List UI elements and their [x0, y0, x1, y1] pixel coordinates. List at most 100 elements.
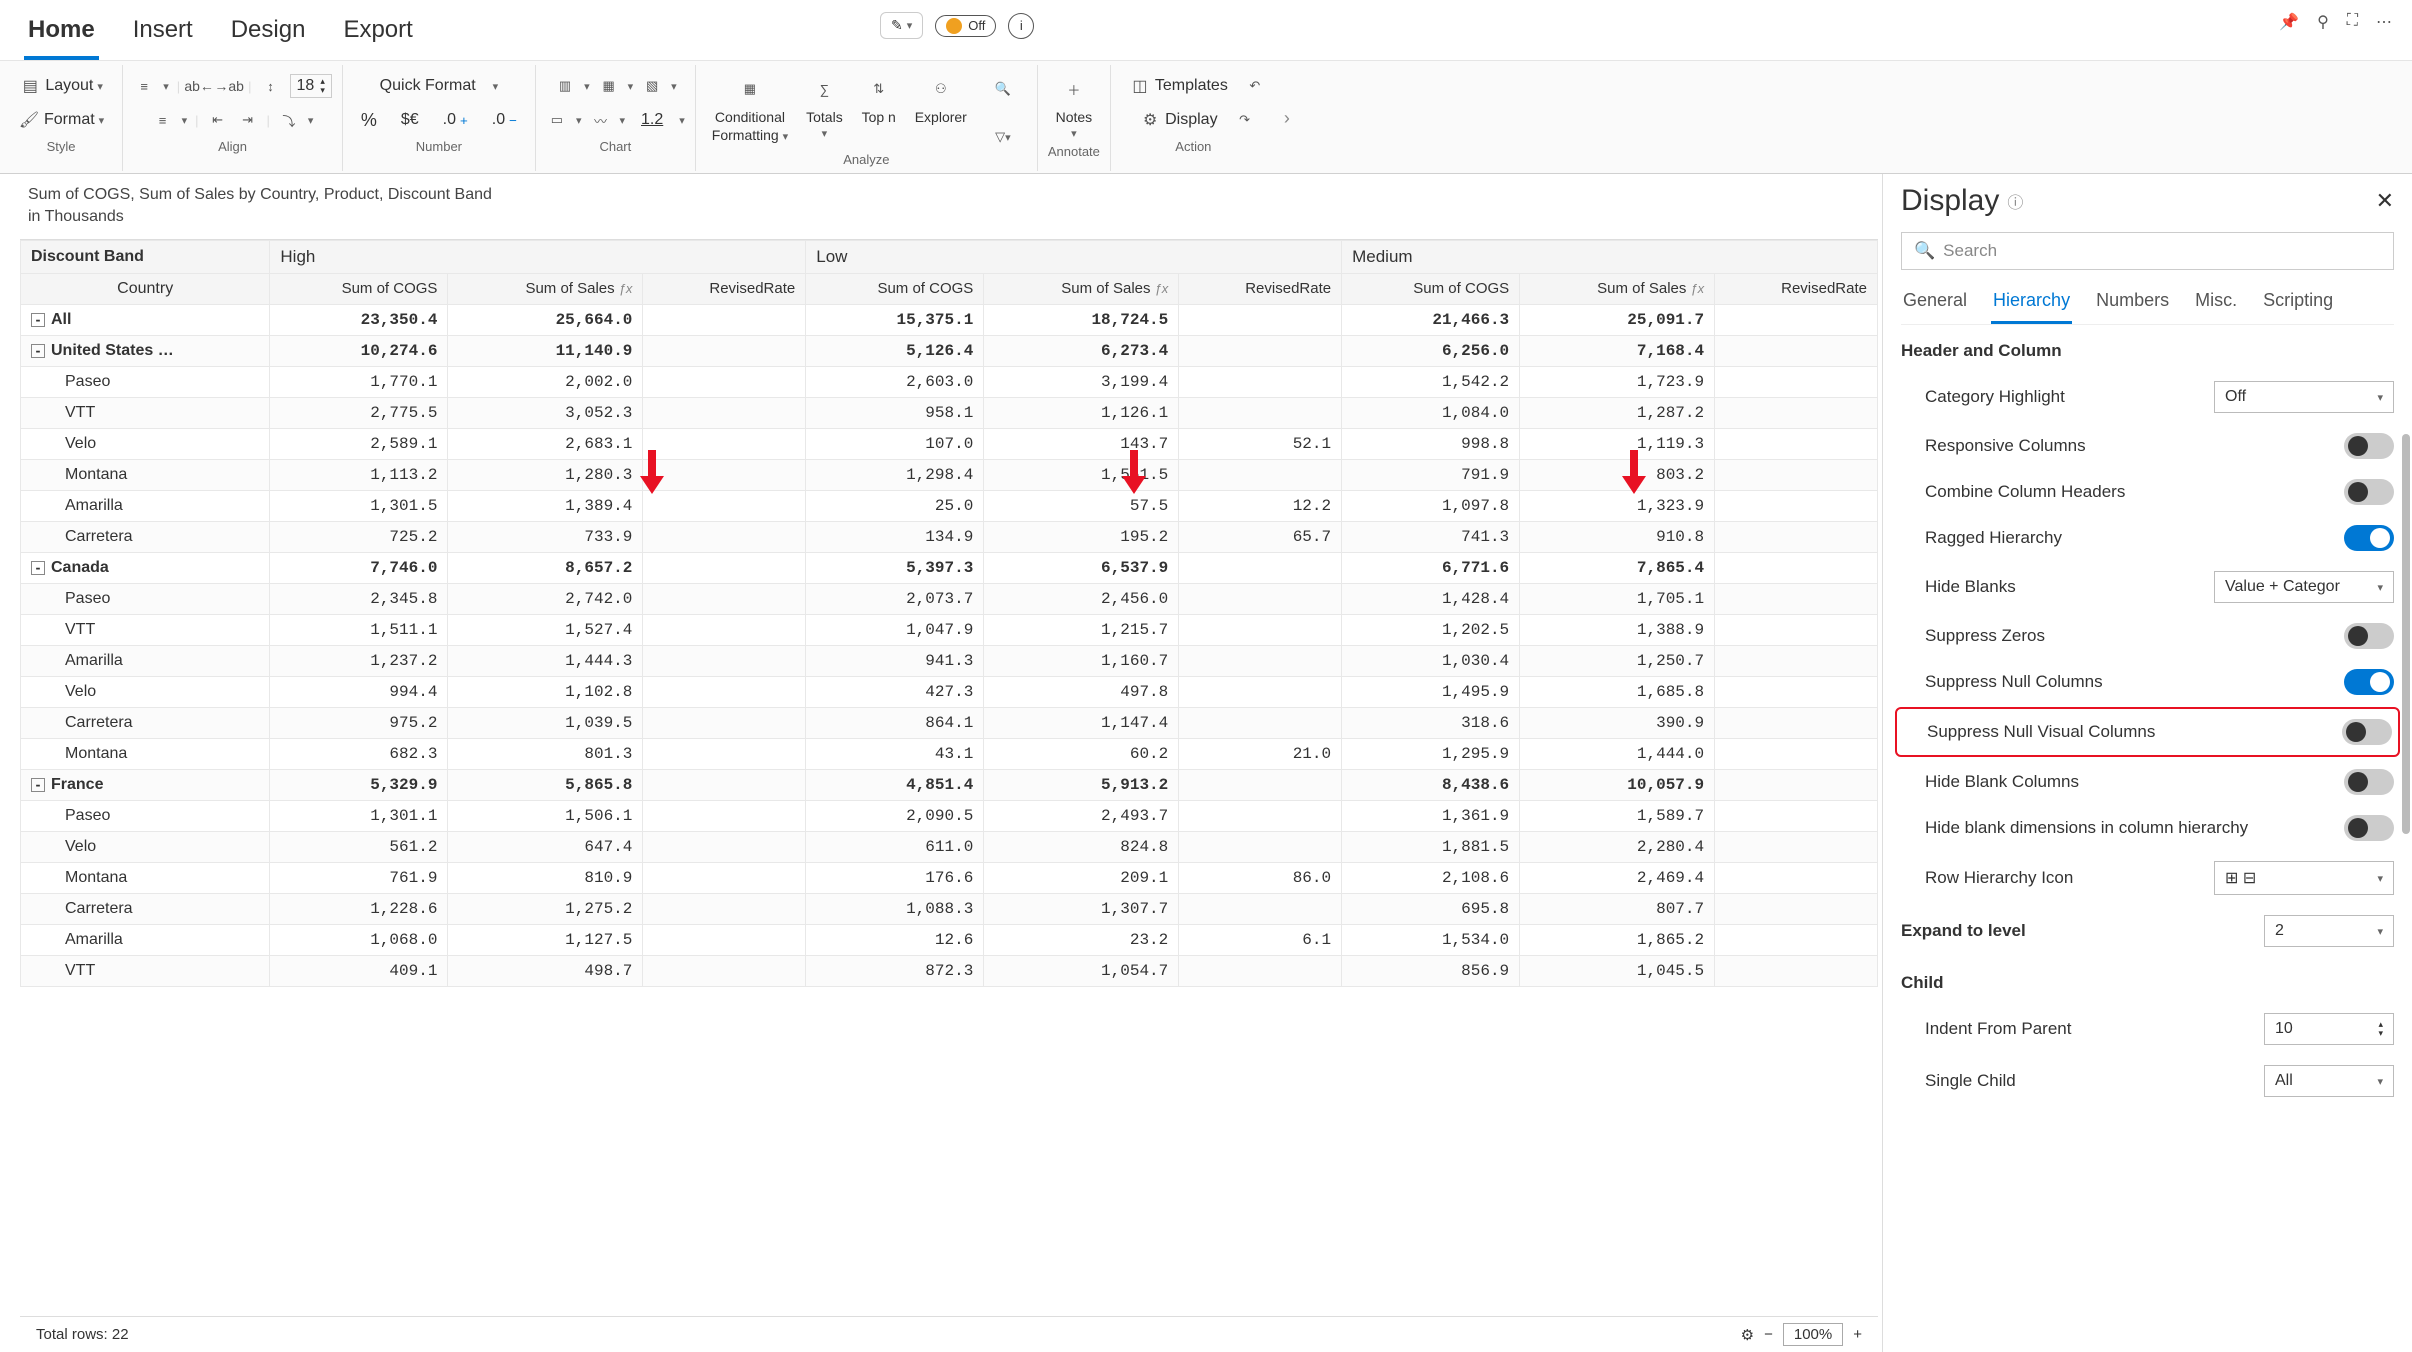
data-cell[interactable]: 497.8	[984, 676, 1179, 707]
band-low[interactable]: Low	[806, 240, 1342, 273]
pin-icon[interactable]: 📌	[2279, 12, 2299, 32]
data-cell[interactable]	[643, 335, 806, 366]
data-cell[interactable]: 176.6	[806, 862, 984, 893]
data-cell[interactable]	[1179, 955, 1342, 986]
table-row[interactable]: Paseo1,770.12,002.02,603.03,199.41,542.2…	[21, 366, 1878, 397]
data-cell[interactable]	[1715, 428, 1878, 459]
data-cell[interactable]: 2,683.1	[448, 428, 643, 459]
data-cell[interactable]: 7,865.4	[1520, 552, 1715, 583]
data-cell[interactable]: 5,913.2	[984, 769, 1179, 800]
data-cell[interactable]: 910.8	[1520, 521, 1715, 552]
data-cell[interactable]	[1715, 862, 1878, 893]
data-cell[interactable]: 10,274.6	[270, 335, 448, 366]
layout-button[interactable]: ▤Layout▾	[11, 71, 111, 101]
data-cell[interactable]: 1,228.6	[270, 893, 448, 924]
data-cell[interactable]: 2,002.0	[448, 366, 643, 397]
display-button[interactable]: ⚙Display	[1131, 105, 1225, 135]
data-cell[interactable]: 2,456.0	[984, 583, 1179, 614]
data-cell[interactable]	[1715, 459, 1878, 490]
data-cell[interactable]: 2,073.7	[806, 583, 984, 614]
undo-icon[interactable]: ↶	[1244, 75, 1266, 97]
data-cell[interactable]	[1715, 335, 1878, 366]
data-cell[interactable]: 2,108.6	[1342, 862, 1520, 893]
col-low-revised[interactable]: RevisedRate	[1179, 273, 1342, 304]
data-cell[interactable]	[1179, 800, 1342, 831]
tab-insert[interactable]: Insert	[129, 8, 197, 60]
data-cell[interactable]: 12.2	[1179, 490, 1342, 521]
edit-pencil-button[interactable]: ✎▾	[880, 12, 923, 39]
info-icon[interactable]: ⓘ	[2007, 189, 2023, 213]
toggle-hide-blank-dimensions[interactable]	[2344, 815, 2394, 841]
data-cell[interactable]	[1179, 335, 1342, 366]
data-cell[interactable]: 427.3	[806, 676, 984, 707]
data-cell[interactable]: 1,865.2	[1520, 924, 1715, 955]
data-cell[interactable]: 25,664.0	[448, 304, 643, 335]
data-cell[interactable]	[1179, 614, 1342, 645]
data-cell[interactable]	[1715, 707, 1878, 738]
data-cell[interactable]: 1,444.0	[1520, 738, 1715, 769]
data-cell[interactable]: 1,054.7	[984, 955, 1179, 986]
data-cell[interactable]: 6.1	[1179, 924, 1342, 955]
align-h-icon[interactable]: ≡	[152, 109, 174, 131]
data-cell[interactable]: 15,375.1	[806, 304, 984, 335]
data-cell[interactable]: 1,389.4	[448, 490, 643, 521]
tab-export[interactable]: Export	[339, 8, 416, 60]
data-cell[interactable]: 7,168.4	[1520, 335, 1715, 366]
select-row-hierarchy-icon[interactable]: ⊞ ⊟▾	[2214, 861, 2394, 895]
data-cell[interactable]	[643, 800, 806, 831]
data-cell[interactable]: 1,301.1	[270, 800, 448, 831]
more-icon[interactable]: ⋯	[2376, 12, 2392, 32]
data-cell[interactable]	[1715, 955, 1878, 986]
data-cell[interactable]: 2,493.7	[984, 800, 1179, 831]
table-row[interactable]: Paseo2,345.82,742.02,073.72,456.01,428.4…	[21, 583, 1878, 614]
data-cell[interactable]: 1,307.7	[984, 893, 1179, 924]
data-cell[interactable]: 1,705.1	[1520, 583, 1715, 614]
data-cell[interactable]: 2,345.8	[270, 583, 448, 614]
table-row[interactable]: Carretera725.2733.9134.9195.265.7741.391…	[21, 521, 1878, 552]
data-cell[interactable]: 1,444.3	[448, 645, 643, 676]
notes-button[interactable]: ＋ Notes ▾	[1050, 69, 1099, 142]
toggle-combine-headers[interactable]	[2344, 479, 2394, 505]
data-cell[interactable]	[1715, 924, 1878, 955]
data-cell[interactable]: 390.9	[1520, 707, 1715, 738]
indent-icon[interactable]: ⇥	[237, 109, 259, 131]
data-cell[interactable]: 1,280.3	[448, 459, 643, 490]
data-cell[interactable]: 86.0	[1179, 862, 1342, 893]
data-cell[interactable]	[1715, 676, 1878, 707]
data-cell[interactable]: 3,199.4	[984, 366, 1179, 397]
data-cell[interactable]	[643, 397, 806, 428]
data-cell[interactable]	[643, 428, 806, 459]
data-cell[interactable]: 6,537.9	[984, 552, 1179, 583]
data-cell[interactable]: 1,126.1	[984, 397, 1179, 428]
col-low-cogs[interactable]: Sum of COGS	[806, 273, 984, 304]
data-cell[interactable]: 1,084.0	[1342, 397, 1520, 428]
select-single-child[interactable]: All▾	[2264, 1065, 2394, 1097]
data-cell[interactable]	[643, 707, 806, 738]
data-cell[interactable]	[1179, 552, 1342, 583]
totals-button[interactable]: ∑ Totals ▾	[800, 69, 849, 150]
data-cell[interactable]	[643, 924, 806, 955]
filter-icon[interactable]: ⚲	[2317, 12, 2329, 32]
explorer-button[interactable]: ⚇ Explorer	[909, 69, 973, 150]
data-cell[interactable]: 25,091.7	[1520, 304, 1715, 335]
data-cell[interactable]: 1,506.1	[448, 800, 643, 831]
select-category-highlight[interactable]: Off▾	[2214, 381, 2394, 413]
data-cell[interactable]	[1715, 583, 1878, 614]
table-row[interactable]: Montana1,113.21,280.31,298.41,551.5791.9…	[21, 459, 1878, 490]
data-cell[interactable]	[1179, 769, 1342, 800]
toggle-ragged-hierarchy[interactable]	[2344, 525, 2394, 551]
data-cell[interactable]	[1179, 893, 1342, 924]
data-cell[interactable]: 6,273.4	[984, 335, 1179, 366]
data-cell[interactable]: 43.1	[806, 738, 984, 769]
stacked-bar-icon[interactable]: ▦	[598, 75, 620, 97]
data-cell[interactable]	[1179, 676, 1342, 707]
data-cell[interactable]: 682.3	[270, 738, 448, 769]
data-cell[interactable]: 1,881.5	[1342, 831, 1520, 862]
zoom-out-button[interactable]: −	[1764, 1326, 1773, 1343]
ab-right-icon[interactable]: →ab	[218, 75, 240, 97]
outdent-icon[interactable]: ⇤	[207, 109, 229, 131]
data-cell[interactable]: 57.5	[984, 490, 1179, 521]
col-high-revised[interactable]: RevisedRate	[643, 273, 806, 304]
data-cell[interactable]: 1,428.4	[1342, 583, 1520, 614]
data-cell[interactable]: 209.1	[984, 862, 1179, 893]
